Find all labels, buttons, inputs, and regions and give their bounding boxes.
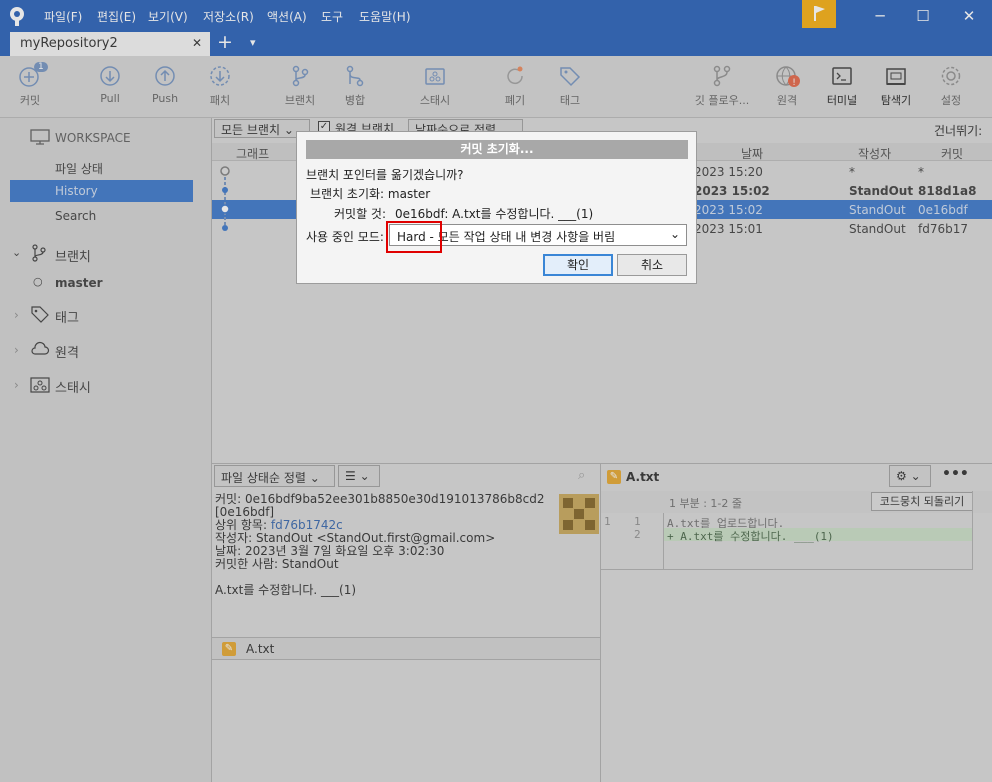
branch-reset-label: 브랜치 초기화: master — [310, 187, 431, 201]
commit-to-label: 커밋할 것: — [334, 207, 387, 221]
mode-label: 사용 중인 모드: — [306, 230, 384, 244]
hard-mode-highlight — [386, 221, 442, 253]
modal-overlay — [0, 0, 992, 782]
dialog-title: 커밋 초기화... — [306, 140, 688, 159]
commit-to-value: 0e16bdf: A.txt를 수정합니다. ___(1) — [395, 207, 594, 221]
reset-commit-dialog: 커밋 초기화... 브랜치 포인터를 옮기겠습니까? 브랜치 초기화: mast… — [296, 131, 697, 284]
chevron-down-icon: ⌄ — [669, 227, 680, 241]
ok-button[interactable]: 확인 — [543, 254, 613, 276]
dialog-question: 브랜치 포인터를 옮기겠습니까? — [306, 168, 464, 182]
cancel-button[interactable]: 취소 — [617, 254, 687, 276]
